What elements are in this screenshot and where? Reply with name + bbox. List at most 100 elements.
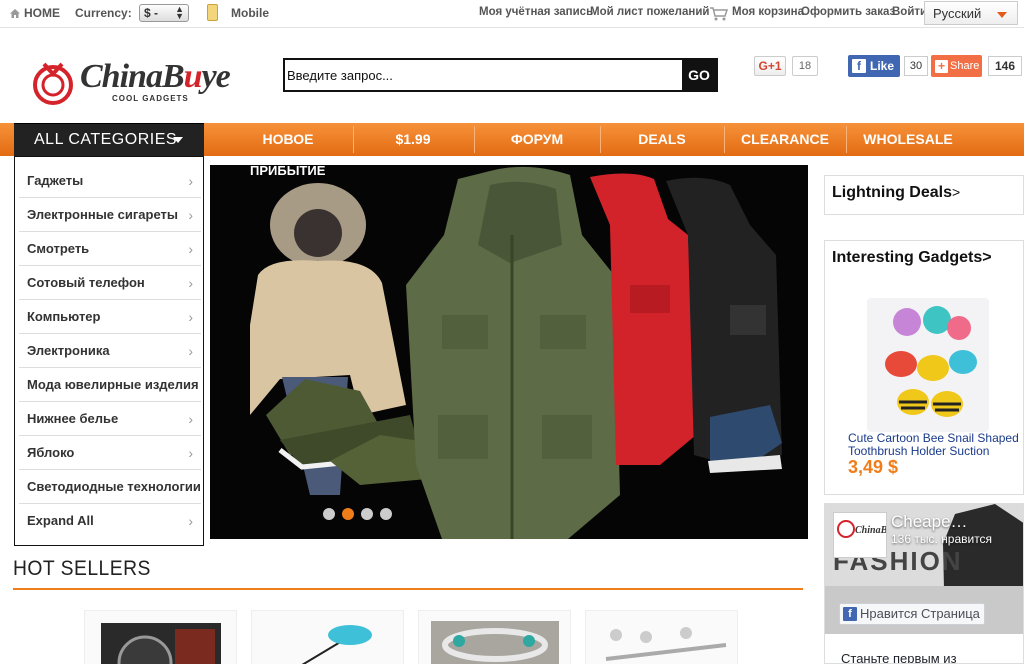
nav-item-wholesale[interactable]: WHOLESALE: [846, 123, 970, 156]
product-card[interactable]: [585, 610, 738, 664]
page: HOME Currency: $ - ▲ ▼ Mobile Моя учётная…: [0, 0, 1024, 664]
chevron-right-icon: ›: [188, 173, 193, 189]
chevron-right-icon: ›: [188, 411, 193, 427]
facebook-like-page-label: Нравится Страница: [860, 606, 980, 621]
lightning-deals-title: Lightning Deals>: [832, 184, 961, 201]
currency-label: Currency:: [75, 6, 132, 20]
nav-item-new[interactable]: НОВОЕ: [223, 123, 353, 156]
share-label: Share: [950, 60, 980, 72]
language-select[interactable]: Русский: [924, 1, 1018, 25]
facebook-like-count: 30: [904, 56, 928, 76]
facebook-be-first-text: Станьте первым из: [841, 651, 957, 664]
search-button[interactable]: GO: [682, 60, 716, 90]
gadget-product-name[interactable]: Cute Cartoon Bee Snail Shaped Toothbrush…: [848, 432, 1024, 458]
site-logo[interactable]: ChinaBuye COOL GADGETS: [30, 58, 270, 108]
facebook-icon: f: [852, 59, 866, 73]
expand-all-item[interactable]: Expand All ›: [19, 504, 201, 538]
slide-dot[interactable]: [323, 508, 335, 520]
nav-item-forum[interactable]: ФОРУМ: [474, 123, 600, 156]
nav-item-deals[interactable]: DEALS: [600, 123, 724, 156]
share-count: 146: [988, 56, 1022, 76]
hero-banner[interactable]: ПРИБЫТИЕ: [210, 165, 808, 539]
triangle-down-icon: [173, 137, 183, 143]
banner-label: ПРИБЫТИЕ: [250, 165, 326, 178]
gadget-product-image[interactable]: [867, 298, 989, 432]
slide-dot-active[interactable]: [342, 508, 354, 520]
facebook-page-widget: FASHION ChinaBuye Cheape… 136 тыс. нрави…: [824, 503, 1024, 664]
top-bar: HOME Currency: $ - ▲ ▼ Mobile Моя учётная…: [0, 0, 1024, 28]
product-bracelet-image: [431, 621, 559, 664]
category-item[interactable]: Нижнее белье ›: [19, 402, 201, 436]
category-item[interactable]: Светодиодные технологии: [19, 470, 201, 504]
slide-dot[interactable]: [380, 508, 392, 520]
home-icon: [10, 9, 20, 18]
slide-dot[interactable]: [361, 508, 373, 520]
google-plus-button[interactable]: G+1: [754, 56, 786, 76]
category-menu: Гаджеты › Электронные сигареты › Смотреть ›…: [14, 156, 204, 546]
product-watch-image: [101, 623, 221, 664]
facebook-like-page-button[interactable]: f Нравится Страница: [839, 603, 985, 625]
chevron-right-icon: ›: [188, 309, 193, 325]
logo-wordmark: ChinaBuye: [80, 58, 231, 95]
cart-link[interactable]: Моя корзина: [732, 6, 804, 18]
interesting-gadgets-title[interactable]: Interesting Gadgets>: [832, 249, 992, 267]
product-earphones-image: [605, 627, 727, 661]
chevron-right-icon: ›: [188, 207, 193, 223]
login-link[interactable]: Войти: [892, 6, 927, 18]
my-account-link[interactable]: Моя учётная запись: [479, 6, 593, 18]
bee-holders-image: [885, 306, 977, 417]
hot-sellers-divider: [13, 588, 803, 590]
product-card[interactable]: [418, 610, 571, 664]
home-link[interactable]: HOME: [24, 6, 60, 20]
gadget-product-price: 3,49 $: [848, 457, 899, 477]
product-card[interactable]: [84, 610, 237, 664]
hot-sellers-title: HOT SELLERS: [13, 557, 151, 580]
logo-mark-icon: [33, 62, 73, 105]
chevron-right-icon: ›: [188, 275, 193, 291]
facebook-like-label: Like: [870, 59, 895, 73]
share-button[interactable]: + Share: [931, 55, 982, 77]
mobile-phone-icon: [207, 4, 218, 21]
product-feather-image: [301, 625, 372, 664]
category-item[interactable]: Электроника ›: [19, 334, 201, 368]
nav-item-199[interactable]: $1.99: [353, 123, 473, 156]
facebook-page-likes: 136 тыс. нравится: [891, 532, 993, 546]
search-input[interactable]: [287, 62, 677, 88]
category-item[interactable]: Электронные сигареты ›: [19, 198, 201, 232]
currency-value: $ -: [144, 6, 159, 20]
checkout-link[interactable]: Оформить заказ: [801, 6, 895, 18]
svg-text:ChinaBuye: ChinaBuye: [855, 525, 886, 536]
chevron-down-icon: [997, 12, 1007, 18]
chevron-right-icon: ›: [188, 445, 193, 461]
mobile-link[interactable]: Mobile: [231, 6, 269, 20]
all-categories-label: ALL CATEGORIES: [34, 131, 178, 148]
search-box: GO: [283, 58, 718, 92]
banner-image: [250, 166, 782, 539]
category-item[interactable]: Компьютер ›: [19, 300, 201, 334]
cart-icon: [710, 7, 728, 21]
select-arrows-icon: ▲ ▼: [175, 4, 184, 21]
facebook-icon: f: [843, 607, 857, 621]
chevron-right-icon: ›: [188, 241, 193, 257]
category-item[interactable]: Гаджеты ›: [19, 164, 201, 198]
lightning-deals-box[interactable]: Lightning Deals>: [824, 175, 1024, 215]
all-categories-button[interactable]: ALL CATEGORIES: [14, 123, 204, 156]
facebook-page-name[interactable]: Cheape…: [891, 512, 968, 532]
plus-icon: +: [935, 60, 948, 73]
wishlist-link[interactable]: Мой лист пожеланий: [590, 6, 709, 18]
logo-tagline: COOL GADGETS: [112, 94, 189, 103]
google-plus-count: 18: [792, 56, 818, 76]
product-card[interactable]: [251, 610, 404, 664]
facebook-cover: FASHION ChinaBuye Cheape… 136 тыс. нрави…: [825, 504, 1023, 634]
currency-select[interactable]: $ - ▲ ▼: [139, 4, 189, 22]
chinabuye-logo-icon: ChinaBuye: [837, 520, 902, 538]
category-item[interactable]: Яблоко ›: [19, 436, 201, 470]
category-item[interactable]: Сотовый телефон ›: [19, 266, 201, 300]
facebook-page-logo[interactable]: ChinaBuye: [833, 512, 902, 558]
chevron-right-icon: ›: [188, 513, 193, 529]
facebook-like-button[interactable]: f Like: [848, 55, 900, 77]
category-item[interactable]: Мода ювелирные изделия: [19, 368, 201, 402]
category-item[interactable]: Смотреть ›: [19, 232, 201, 266]
language-value: Русский: [933, 6, 982, 21]
nav-item-clearance[interactable]: CLEARANCE: [724, 123, 846, 156]
